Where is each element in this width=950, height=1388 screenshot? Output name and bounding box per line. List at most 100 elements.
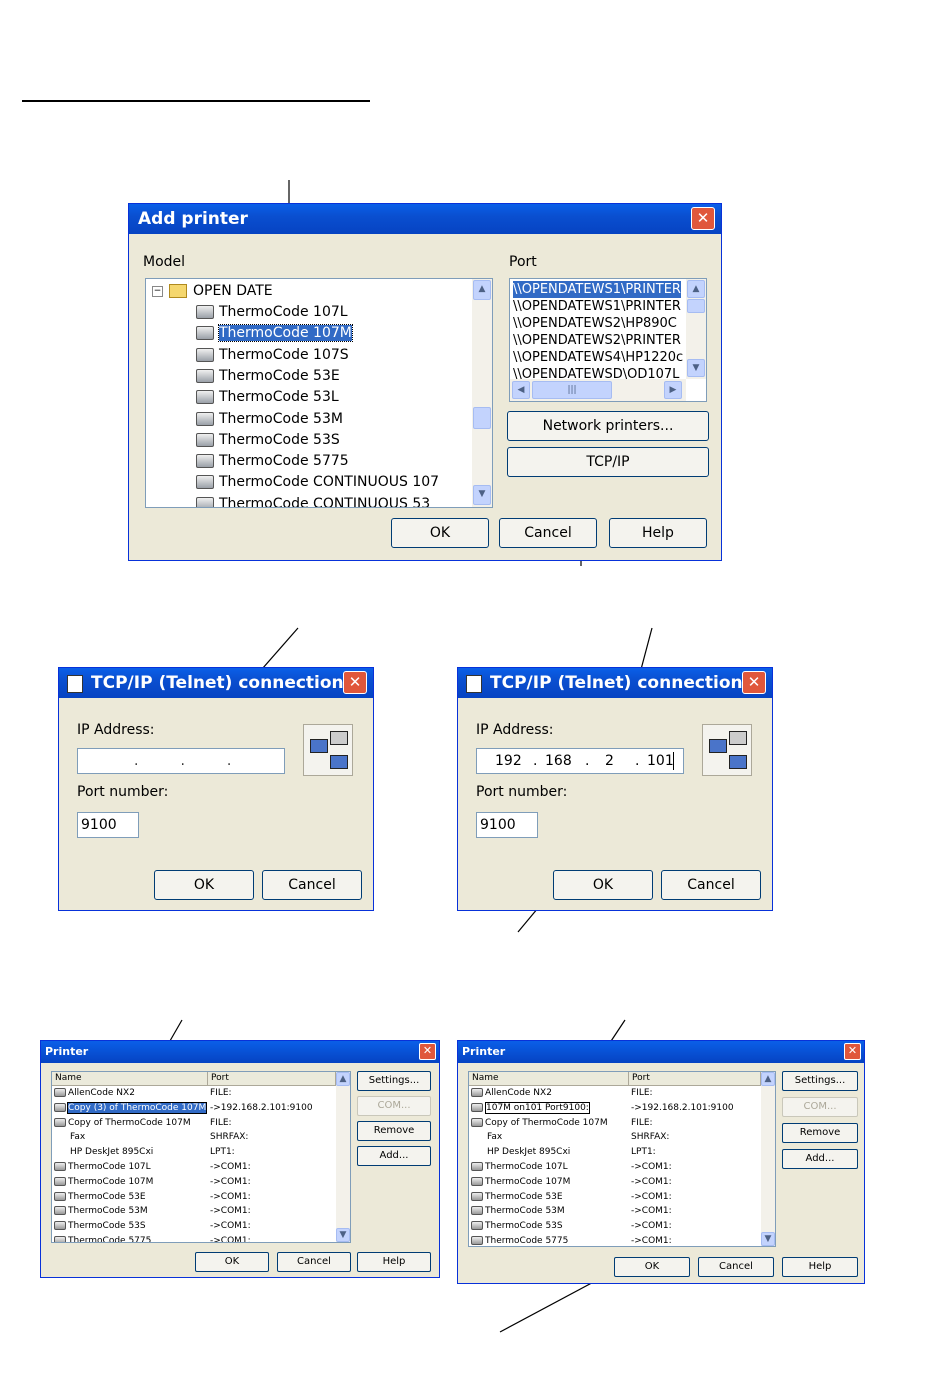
- tree-root[interactable]: − OPEN DATE: [152, 281, 273, 302]
- printer-row[interactable]: ThermoCode 53S ->COM1:: [52, 1219, 336, 1234]
- printer-row[interactable]: ThermoCode 53M ->COM1:: [52, 1204, 336, 1219]
- printer-row[interactable]: Copy of ThermoCode 107M FILE:: [52, 1116, 336, 1131]
- column-name-header[interactable]: Name: [469, 1072, 629, 1086]
- port-number-field[interactable]: 9100: [476, 812, 538, 838]
- network-printers-button[interactable]: Network printers...: [507, 411, 709, 441]
- printer-row[interactable]: ThermoCode 53M ->COM1:: [469, 1204, 761, 1219]
- printer-name-text[interactable]: 107M on101 Port9100:: [485, 1101, 590, 1114]
- close-icon[interactable]: ✕: [691, 207, 715, 230]
- ok-button[interactable]: OK: [553, 870, 653, 900]
- help-button[interactable]: Help: [609, 518, 707, 548]
- tree-scrollbar[interactable]: ▲ ▼: [472, 279, 492, 507]
- ok-button[interactable]: OK: [195, 1252, 269, 1272]
- collapse-icon[interactable]: −: [152, 285, 163, 297]
- column-name-header[interactable]: Name: [52, 1072, 208, 1086]
- cancel-button[interactable]: Cancel: [262, 870, 362, 900]
- port-scroll-left-icon[interactable]: ◀: [512, 381, 530, 399]
- printer-list[interactable]: Name Port AllenCode NX2 FILE: 107M on101 P…: [468, 1071, 776, 1247]
- remove-button[interactable]: Remove: [782, 1123, 858, 1143]
- column-port-header[interactable]: Port: [629, 1072, 761, 1086]
- port-item[interactable]: \\OPENDATEWS2\PRINTER: [513, 332, 681, 349]
- scroll-thumb[interactable]: [473, 407, 491, 429]
- settings-button[interactable]: Settings...: [357, 1071, 431, 1091]
- tree-item[interactable]: ThermoCode 53E: [196, 366, 340, 387]
- ip-address-field[interactable]: 192 . 168 . 2 . 101: [476, 748, 684, 774]
- port-vscroll[interactable]: ▲ ▼: [686, 279, 706, 379]
- printer-row[interactable]: Copy of ThermoCode 107M FILE:: [469, 1116, 761, 1131]
- printer-row[interactable]: ThermoCode 53E ->COM1:: [469, 1190, 761, 1205]
- scroll-down-icon[interactable]: ▼: [336, 1228, 350, 1242]
- printer-name-text[interactable]: Copy (3) of ThermoCode 107M: [66, 1101, 208, 1114]
- add-button[interactable]: Add...: [782, 1149, 858, 1169]
- port-hscroll-thumb[interactable]: |||: [532, 381, 612, 399]
- tree-item[interactable]: ThermoCode 53S: [196, 430, 340, 451]
- tree-item[interactable]: ThermoCode 107L: [196, 302, 348, 323]
- printer-row[interactable]: HP DeskJet 895Cxi LPT1:: [52, 1145, 336, 1160]
- port-item[interactable]: \\OPENDATEWS1\PRINTER: [513, 281, 681, 298]
- ip-address-field[interactable]: ...: [77, 748, 285, 774]
- printer-row[interactable]: ThermoCode 53E ->COM1:: [52, 1190, 336, 1205]
- scroll-down-icon[interactable]: ▼: [473, 485, 491, 505]
- help-button[interactable]: Help: [357, 1252, 431, 1272]
- port-list[interactable]: \\OPENDATEWS1\PRINTER \\OPENDATEWS1\PRINT…: [509, 278, 707, 402]
- printer-row[interactable]: ThermoCode 53S ->COM1:: [469, 1219, 761, 1234]
- port-item[interactable]: \\OPENDATEWSD\OD107L: [513, 366, 679, 379]
- port-item[interactable]: \\OPENDATEWS4\HP1220c: [513, 349, 683, 366]
- close-icon[interactable]: ✕: [742, 671, 766, 694]
- printer-row[interactable]: Fax SHRFAX:: [52, 1130, 336, 1145]
- tree-item[interactable]: ThermoCode 5775: [196, 451, 349, 472]
- ok-button[interactable]: OK: [391, 518, 489, 548]
- port-item[interactable]: \\OPENDATEWS1\PRINTER: [513, 298, 681, 315]
- printer-row[interactable]: ThermoCode 107M ->COM1:: [469, 1175, 761, 1190]
- scroll-up-icon[interactable]: ▲: [761, 1072, 775, 1086]
- tree-item[interactable]: ThermoCode CONTINUOUS 107: [196, 472, 439, 493]
- tree-item[interactable]: ThermoCode 107S: [196, 345, 349, 366]
- printer-row[interactable]: ThermoCode 107M ->COM1:: [52, 1175, 336, 1190]
- add-button[interactable]: Add...: [357, 1146, 431, 1166]
- scroll-up-icon[interactable]: ▲: [473, 280, 491, 300]
- printer-row[interactable]: Copy (3) of ThermoCode 107M ->192.168.2.1…: [52, 1101, 336, 1116]
- port-number-field[interactable]: 9100: [77, 812, 139, 838]
- help-button[interactable]: Help: [782, 1257, 858, 1277]
- tree-item[interactable]: ThermoCode 53M: [196, 409, 343, 430]
- remove-button[interactable]: Remove: [357, 1121, 431, 1141]
- port-scroll-thumb[interactable]: [687, 299, 705, 313]
- cancel-button[interactable]: Cancel: [698, 1257, 774, 1277]
- scroll-up-icon[interactable]: ▲: [336, 1072, 350, 1086]
- ok-button[interactable]: OK: [154, 870, 254, 900]
- printer-row[interactable]: ThermoCode 107L ->COM1:: [469, 1160, 761, 1175]
- scroll-down-icon[interactable]: ▼: [761, 1232, 775, 1246]
- com-button[interactable]: COM...: [357, 1096, 431, 1116]
- port-item[interactable]: \\OPENDATEWS2\HP890C: [513, 315, 677, 332]
- port-hscroll[interactable]: ◀ ||| ▶: [510, 379, 686, 401]
- printer-row[interactable]: ThermoCode 107L ->COM1:: [52, 1160, 336, 1175]
- port-scroll-right-icon[interactable]: ▶: [664, 381, 682, 399]
- port-scroll-down-icon[interactable]: ▼: [687, 359, 705, 377]
- printer-row[interactable]: AllenCode NX2 FILE:: [52, 1086, 336, 1101]
- printer-list-scrollbar[interactable]: ▲ ▼: [761, 1072, 775, 1246]
- tree-item[interactable]: ThermoCode 107M: [196, 323, 353, 344]
- printer-row[interactable]: ThermoCode 5775 ->COM1:: [52, 1234, 336, 1242]
- ok-button[interactable]: OK: [614, 1257, 690, 1277]
- printer-row[interactable]: 107M on101 Port9100: ->192.168.2.101:9100: [469, 1101, 761, 1116]
- printer-row[interactable]: HP DeskJet 895Cxi LPT1:: [469, 1145, 761, 1160]
- tree-item[interactable]: ThermoCode CONTINUOUS 53: [196, 494, 430, 507]
- com-button[interactable]: COM...: [782, 1097, 858, 1117]
- model-tree[interactable]: − OPEN DATE ThermoCode 107L ThermoCode 107…: [145, 278, 493, 508]
- close-icon[interactable]: ✕: [343, 671, 367, 694]
- settings-button[interactable]: Settings...: [782, 1071, 858, 1091]
- printer-list-scrollbar[interactable]: ▲ ▼: [336, 1072, 350, 1242]
- close-icon[interactable]: ✕: [419, 1043, 436, 1060]
- tree-item[interactable]: ThermoCode 53L: [196, 387, 339, 408]
- port-scroll-up-icon[interactable]: ▲: [687, 280, 705, 298]
- printer-row[interactable]: ThermoCode 5775 ->COM1:: [469, 1234, 761, 1246]
- column-port-header[interactable]: Port: [208, 1072, 336, 1086]
- printer-list[interactable]: Name Port AllenCode NX2 FILE: Copy (3) of …: [51, 1071, 351, 1243]
- cancel-button[interactable]: Cancel: [277, 1252, 351, 1272]
- printer-row[interactable]: Fax SHRFAX:: [469, 1130, 761, 1145]
- cancel-button[interactable]: Cancel: [661, 870, 761, 900]
- printer-row[interactable]: AllenCode NX2 FILE:: [469, 1086, 761, 1101]
- tcpip-button[interactable]: TCP/IP: [507, 447, 709, 477]
- close-icon[interactable]: ✕: [844, 1043, 861, 1060]
- cancel-button[interactable]: Cancel: [499, 518, 597, 548]
